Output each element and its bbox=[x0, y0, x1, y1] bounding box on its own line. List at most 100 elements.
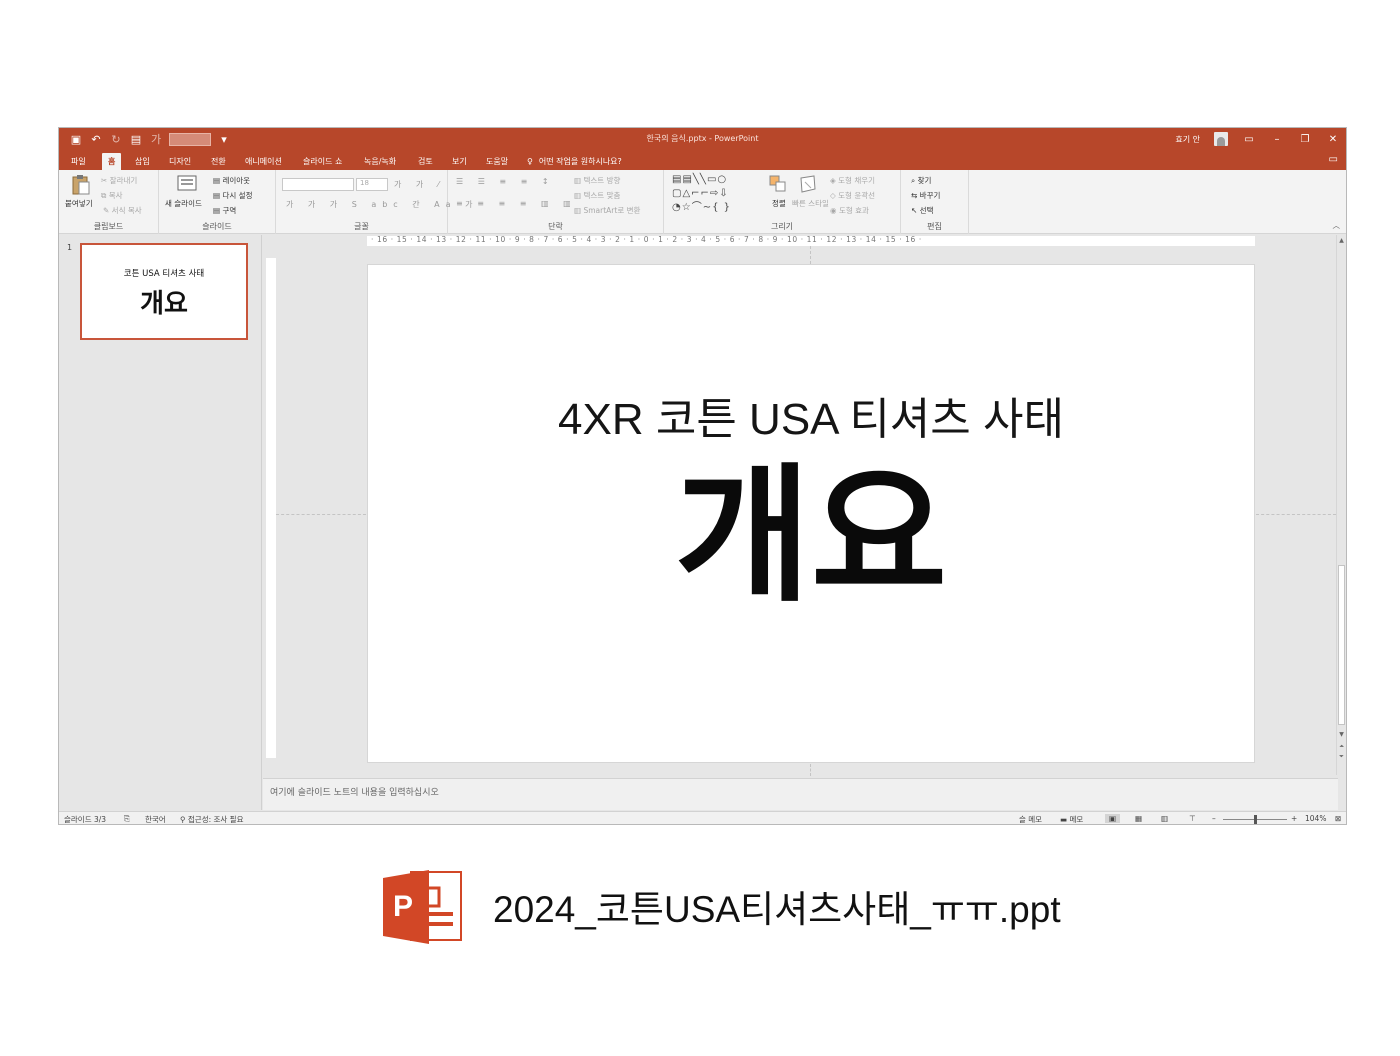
format-painter-button[interactable]: ✎ 서식 복사 bbox=[103, 205, 142, 216]
previous-slide-icon[interactable]: ⏶ bbox=[1337, 743, 1346, 751]
tab-home[interactable]: 홈 bbox=[102, 153, 122, 170]
copy-button[interactable]: ⧉ 복사 bbox=[101, 190, 123, 201]
language-status[interactable]: 한국어 bbox=[145, 814, 166, 824]
align-text-button[interactable]: ▥ 텍스트 맞춤 bbox=[574, 190, 620, 201]
title-bar-controls: 효기 안 ▭ – ❐ ✕ bbox=[1175, 130, 1340, 148]
guide-line-top bbox=[810, 246, 811, 264]
tell-me-text: 어떤 작업을 원하시나요? bbox=[538, 157, 622, 166]
thumbnail-title: 개요 bbox=[140, 289, 188, 319]
avatar[interactable] bbox=[1214, 132, 1228, 146]
notes-placeholder: 여기에 슬라이드 노트의 내용을 입력하십시오 bbox=[270, 788, 439, 798]
shapes-gallery[interactable]: ▤▤╲╲▭○ ▢△⌐⌐⇨⇩ ◔☆⌒∼{ } bbox=[672, 173, 762, 215]
section-button[interactable]: ▤ 구역 bbox=[213, 205, 236, 216]
zoom-out-icon[interactable]: – bbox=[1212, 814, 1216, 823]
drawing-label: 그리기 bbox=[770, 222, 794, 231]
paste-label[interactable]: 붙여넣기 bbox=[65, 198, 93, 209]
horizontal-ruler: · 16 · 15 · 14 · 13 · 12 · 11 · 10 · 9 ·… bbox=[367, 236, 1255, 246]
arrange-label[interactable]: 정렬 bbox=[772, 198, 786, 209]
slide-thumbnail-panel: 1 코튼 USA 티셔츠 사태 개요 bbox=[59, 235, 262, 810]
scrollbar-thumb[interactable] bbox=[1338, 565, 1345, 725]
tab-record[interactable]: 녹음/녹화 bbox=[358, 153, 402, 170]
thumbnail-number: 1 bbox=[67, 243, 73, 252]
paste-icon[interactable] bbox=[71, 174, 91, 196]
slide-thumbnail[interactable]: 코튼 USA 티셔츠 사태 개요 bbox=[80, 243, 248, 340]
vertical-scrollbar[interactable]: ▲ ▼ ⏶ ⏷ bbox=[1336, 235, 1346, 775]
slide-subtitle[interactable]: 4XR 코튼 USA 티셔츠 사태 bbox=[368, 383, 1254, 447]
tab-review[interactable]: 검토 bbox=[412, 153, 439, 170]
tab-transitions[interactable]: 전환 bbox=[205, 153, 232, 170]
cut-button[interactable]: ✂ 잘라내기 bbox=[101, 175, 137, 186]
slides-label: 슬라이드 bbox=[202, 222, 232, 231]
comments-toggle[interactable]: ▬ 메모 bbox=[1060, 814, 1083, 824]
align-buttons[interactable]: ≡ ≡ ≡ ≡ ▥ ▥ bbox=[456, 199, 577, 208]
tab-view[interactable]: 보기 bbox=[446, 153, 473, 170]
find-button[interactable]: ⌕ 찾기 bbox=[911, 175, 931, 186]
new-slide-label[interactable]: 새 슬라이드 bbox=[165, 198, 202, 209]
reset-button[interactable]: ▤ 다시 설정 bbox=[213, 190, 252, 201]
guide-line-right bbox=[1256, 514, 1336, 515]
close-icon[interactable]: ✕ bbox=[1326, 134, 1340, 145]
file-name: 2024_코튼USA티셔츠사태_ㅠㅠ.ppt bbox=[493, 889, 1061, 930]
thumbnail-subtitle: 코튼 USA 티셔츠 사태 bbox=[123, 269, 205, 279]
select-button[interactable]: ↖ 선택 bbox=[911, 205, 933, 216]
shape-outline-button[interactable]: ◇ 도형 윤곽선 bbox=[830, 190, 875, 201]
ribbon-display-icon[interactable]: ▭ bbox=[1242, 134, 1256, 145]
smartart-button[interactable]: ▥ SmartArt로 변환 bbox=[574, 205, 640, 216]
scroll-down-icon[interactable]: ▼ bbox=[1337, 731, 1346, 738]
powerpoint-icon-letter: P bbox=[393, 890, 413, 923]
arrange-icon[interactable] bbox=[768, 174, 788, 196]
list-buttons[interactable]: ☰ ☰ ≡ ≡ ↕ bbox=[456, 177, 555, 186]
normal-view-icon[interactable]: ▣ bbox=[1105, 814, 1121, 823]
replace-button[interactable]: ⇆ 바꾸기 bbox=[911, 190, 940, 201]
zoom-in-icon[interactable]: + bbox=[1291, 814, 1297, 823]
editing-label: 편집 bbox=[927, 222, 942, 231]
collapse-ribbon-icon[interactable]: ︿ bbox=[1333, 220, 1341, 231]
fit-to-window-icon[interactable]: ⊠ bbox=[1335, 814, 1341, 823]
font-size-input[interactable]: 18 bbox=[356, 178, 388, 191]
font-name-input[interactable] bbox=[282, 178, 354, 191]
tab-file[interactable]: 파일 bbox=[65, 153, 92, 170]
ribbon: 붙여넣기 ✂ 잘라내기 ⧉ 복사 ✎ 서식 복사 클립보드 새 슬라이드 ▤ 레… bbox=[59, 170, 1346, 234]
status-bar: 슬라이드 3/3 ⎘ 한국어 ⚲ 접근성: 조사 필요 슬 메모 ▬ 메모 ▣ … bbox=[59, 811, 1346, 824]
paragraph-group: ☰ ☰ ≡ ≡ ↕ ≡ ≡ ≡ ≡ ▥ ▥ ▥ 텍스트 방향 ▥ 텍스트 맞춤 … bbox=[448, 170, 664, 234]
zoom-slider-knob[interactable] bbox=[1254, 815, 1257, 824]
notes-pane[interactable]: 여기에 슬라이드 노트의 내용을 입력하십시오 bbox=[263, 778, 1338, 810]
clipboard-label: 클립보드 bbox=[93, 222, 124, 231]
tell-me-search[interactable]: ♀ 어떤 작업을 원하시나요? bbox=[527, 153, 622, 170]
minimize-icon[interactable]: – bbox=[1270, 134, 1284, 145]
font-size-buttons[interactable]: 가 가 ⁄ bbox=[394, 179, 445, 190]
new-slide-icon[interactable] bbox=[177, 174, 197, 196]
powerpoint-file-icon: P bbox=[383, 870, 462, 944]
comments-icon[interactable]: ▭ bbox=[1329, 154, 1338, 165]
shape-fill-button[interactable]: ◈ 도형 채우기 bbox=[830, 175, 875, 186]
tab-slideshow[interactable]: 슬라이드 쇼 bbox=[297, 153, 348, 170]
layout-button[interactable]: ▤ 레이아웃 bbox=[213, 175, 250, 186]
slide-canvas[interactable]: 4XR 코튼 USA 티셔츠 사태 개요 bbox=[367, 264, 1255, 763]
slideshow-view-icon[interactable]: ⊤ bbox=[1189, 814, 1196, 823]
zoom-level[interactable]: 104% bbox=[1305, 814, 1326, 823]
slide-count: 슬라이드 3/3 bbox=[64, 815, 107, 824]
title-bar: ▣ ↶ ↻ ▤ 가 ▾ 한국의 음식.pptx - PowerPoint 효기 … bbox=[59, 128, 1346, 150]
user-name[interactable]: 효기 안 bbox=[1175, 134, 1200, 145]
quick-styles-icon[interactable] bbox=[798, 174, 818, 196]
slides-group: 새 슬라이드 ▤ 레이아웃 ▤ 다시 설정 ▤ 구역 슬라이드 bbox=[159, 170, 276, 234]
next-slide-icon[interactable]: ⏷ bbox=[1337, 753, 1346, 761]
scroll-up-icon[interactable]: ▲ bbox=[1337, 237, 1346, 244]
file-label: P 2024_코튼USA티셔츠사태_ㅠㅠ.ppt bbox=[381, 866, 1061, 946]
tab-insert[interactable]: 삽입 bbox=[129, 153, 156, 170]
restore-icon[interactable]: ❐ bbox=[1298, 134, 1312, 145]
text-direction-button[interactable]: ▥ 텍스트 방향 bbox=[574, 175, 620, 186]
paragraph-label: 단락 bbox=[548, 222, 563, 231]
accessibility-status[interactable]: ⚲ 접근성: 조사 필요 bbox=[180, 814, 244, 824]
lightbulb-icon: ♀ bbox=[527, 157, 533, 166]
reading-view-icon[interactable]: ▥ bbox=[1161, 814, 1168, 823]
tab-help[interactable]: 도움말 bbox=[480, 153, 514, 170]
quick-styles-label[interactable]: 빠른 스타일 bbox=[792, 198, 829, 209]
shape-effects-button[interactable]: ◉ 도형 효과 bbox=[830, 205, 869, 216]
notes-toggle[interactable]: 슬 메모 bbox=[1019, 814, 1042, 824]
spelling-icon[interactable]: ⎘ bbox=[124, 814, 130, 824]
slide-sorter-icon[interactable]: ▦ bbox=[1135, 814, 1142, 823]
tab-design[interactable]: 디자인 bbox=[163, 153, 197, 170]
tab-animations[interactable]: 애니메이션 bbox=[239, 153, 288, 170]
slide-title[interactable]: 개요 bbox=[368, 450, 1254, 620]
